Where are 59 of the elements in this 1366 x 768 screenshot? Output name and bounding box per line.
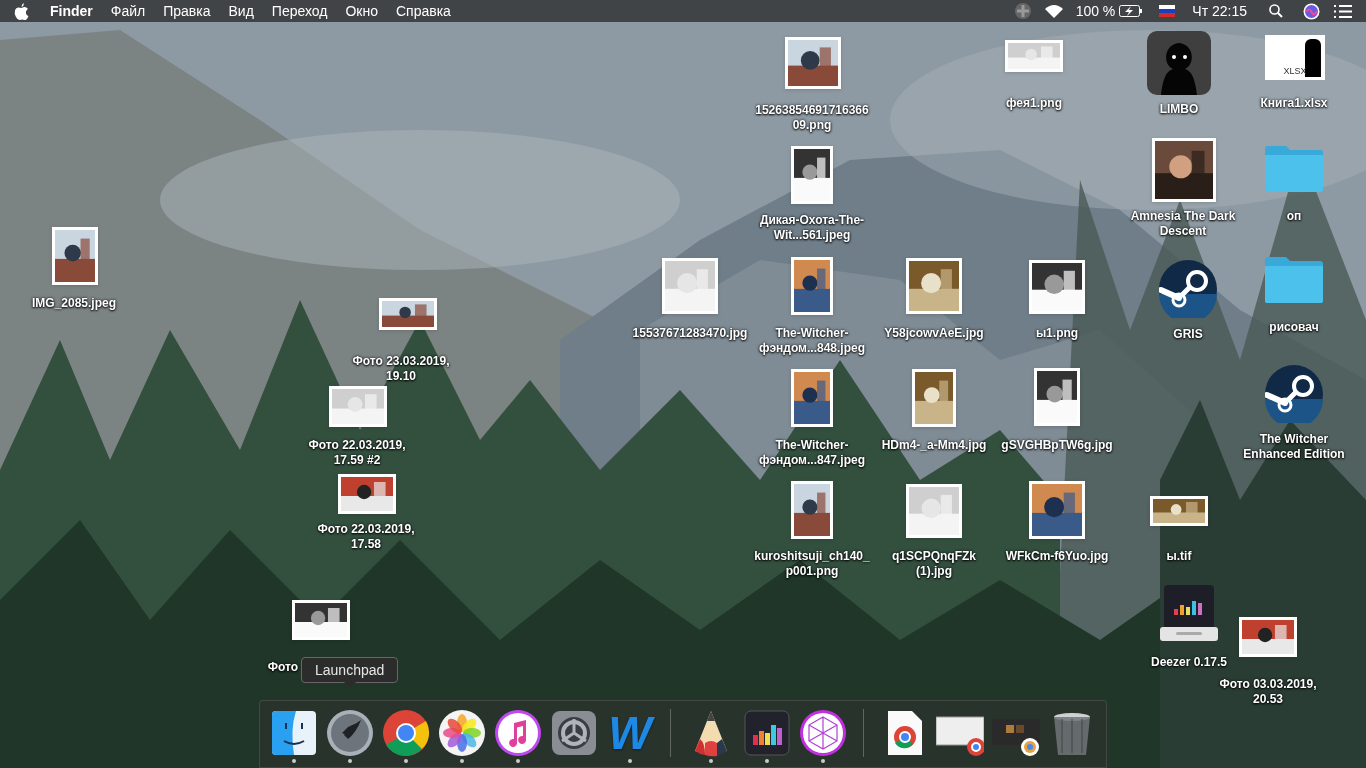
file-name: ы1.png (1035, 326, 1079, 341)
writer-app-icon[interactable]: W (606, 709, 654, 757)
tooltip-pointer-icon (343, 682, 356, 688)
steam-logo-icon[interactable] (1265, 365, 1323, 423)
file-name: GRIS (1173, 327, 1203, 342)
file-name: Deezer 0.17.5 (1150, 655, 1228, 670)
file-name: kuroshitsuji_ch140_p001.png (754, 549, 870, 579)
menu-bar-clock[interactable]: Чт 22:15 (1192, 0, 1247, 22)
menu-item[interactable]: Окно (345, 0, 378, 22)
equalizer-icon[interactable] (743, 709, 791, 757)
rocket-icon[interactable] (326, 709, 374, 757)
wifi-icon[interactable] (1043, 3, 1064, 19)
file-name: оп (1286, 209, 1302, 224)
menu-item[interactable]: Вид (228, 0, 254, 22)
file-name: The-Witcher-фэндом...848.jpeg (757, 326, 867, 356)
drive-icon[interactable] (1160, 585, 1218, 643)
status-circle-icon[interactable] (1013, 2, 1032, 20)
file-name: фея1.png (1006, 96, 1062, 111)
menu-item[interactable]: Правка (163, 0, 211, 22)
file-name: Книга1.xlsx (1260, 96, 1328, 111)
file-name: WFkCm-f6Yuo.jpg (1005, 549, 1109, 564)
file-name: Фото 22.03.2019, 17.58 (316, 522, 416, 552)
file-name: рисовач (1269, 320, 1319, 335)
file-name: IMG_2085.jpeg (32, 296, 116, 311)
battery-charging-icon[interactable] (1119, 5, 1144, 17)
menu-item[interactable]: Переход (271, 0, 328, 22)
file-name: Фото 23.03.2019, 19.10 (351, 354, 451, 384)
file-name: Фото (267, 660, 299, 675)
file-name: 15537671283470.jpg (632, 326, 748, 341)
battery-percentage: 100 % (1075, 1, 1116, 21)
file-name: Amnesia The Dark Descent (1129, 209, 1237, 239)
file-name: Дикая-Охота-The-Wit...561.jpeg (758, 213, 866, 243)
menu-item[interactable]: Справка (396, 0, 451, 22)
file-name: Y58jcowvAeE.jpg (884, 326, 984, 341)
apple-logo-icon[interactable] (14, 2, 29, 20)
search-icon[interactable] (1269, 4, 1283, 18)
file-name: Фото 03.03.2019, 20.53 (1218, 677, 1318, 707)
music-note-icon[interactable] (494, 709, 542, 757)
flag-icon[interactable] (1159, 5, 1176, 17)
file-name: The-Witcher-фэндом...847.jpeg (757, 438, 867, 468)
gear-icon[interactable] (550, 709, 598, 757)
polyhedron-icon[interactable] (799, 709, 847, 757)
browser-icon[interactable] (382, 709, 430, 757)
file-name: gSVGHBpTW6g.jpg (1001, 438, 1113, 453)
file-name: 1526385469171636609.png (754, 103, 870, 133)
file-name: LIMBO (1159, 102, 1199, 117)
silhouette-icon[interactable] (1147, 31, 1211, 95)
menu-item[interactable]: Файл (110, 0, 146, 22)
file-name: The Witcher Enhanced Edition (1242, 432, 1346, 462)
smiling-face-icon[interactable] (270, 709, 318, 757)
menu-item[interactable]: Finder (50, 0, 93, 22)
folder-icon[interactable] (1264, 256, 1324, 304)
file-name: ы.tif (1166, 549, 1192, 564)
steam-logo-icon[interactable] (1159, 260, 1217, 318)
flower-icon[interactable] (438, 709, 486, 757)
file-name: q1SCPQnqFZk (1).jpg (891, 549, 977, 579)
colorful-orb-icon[interactable] (1303, 2, 1320, 20)
list-icon[interactable] (1334, 4, 1352, 18)
file-name: Фото 22.03.2019, 17.59 #2 (307, 438, 407, 468)
